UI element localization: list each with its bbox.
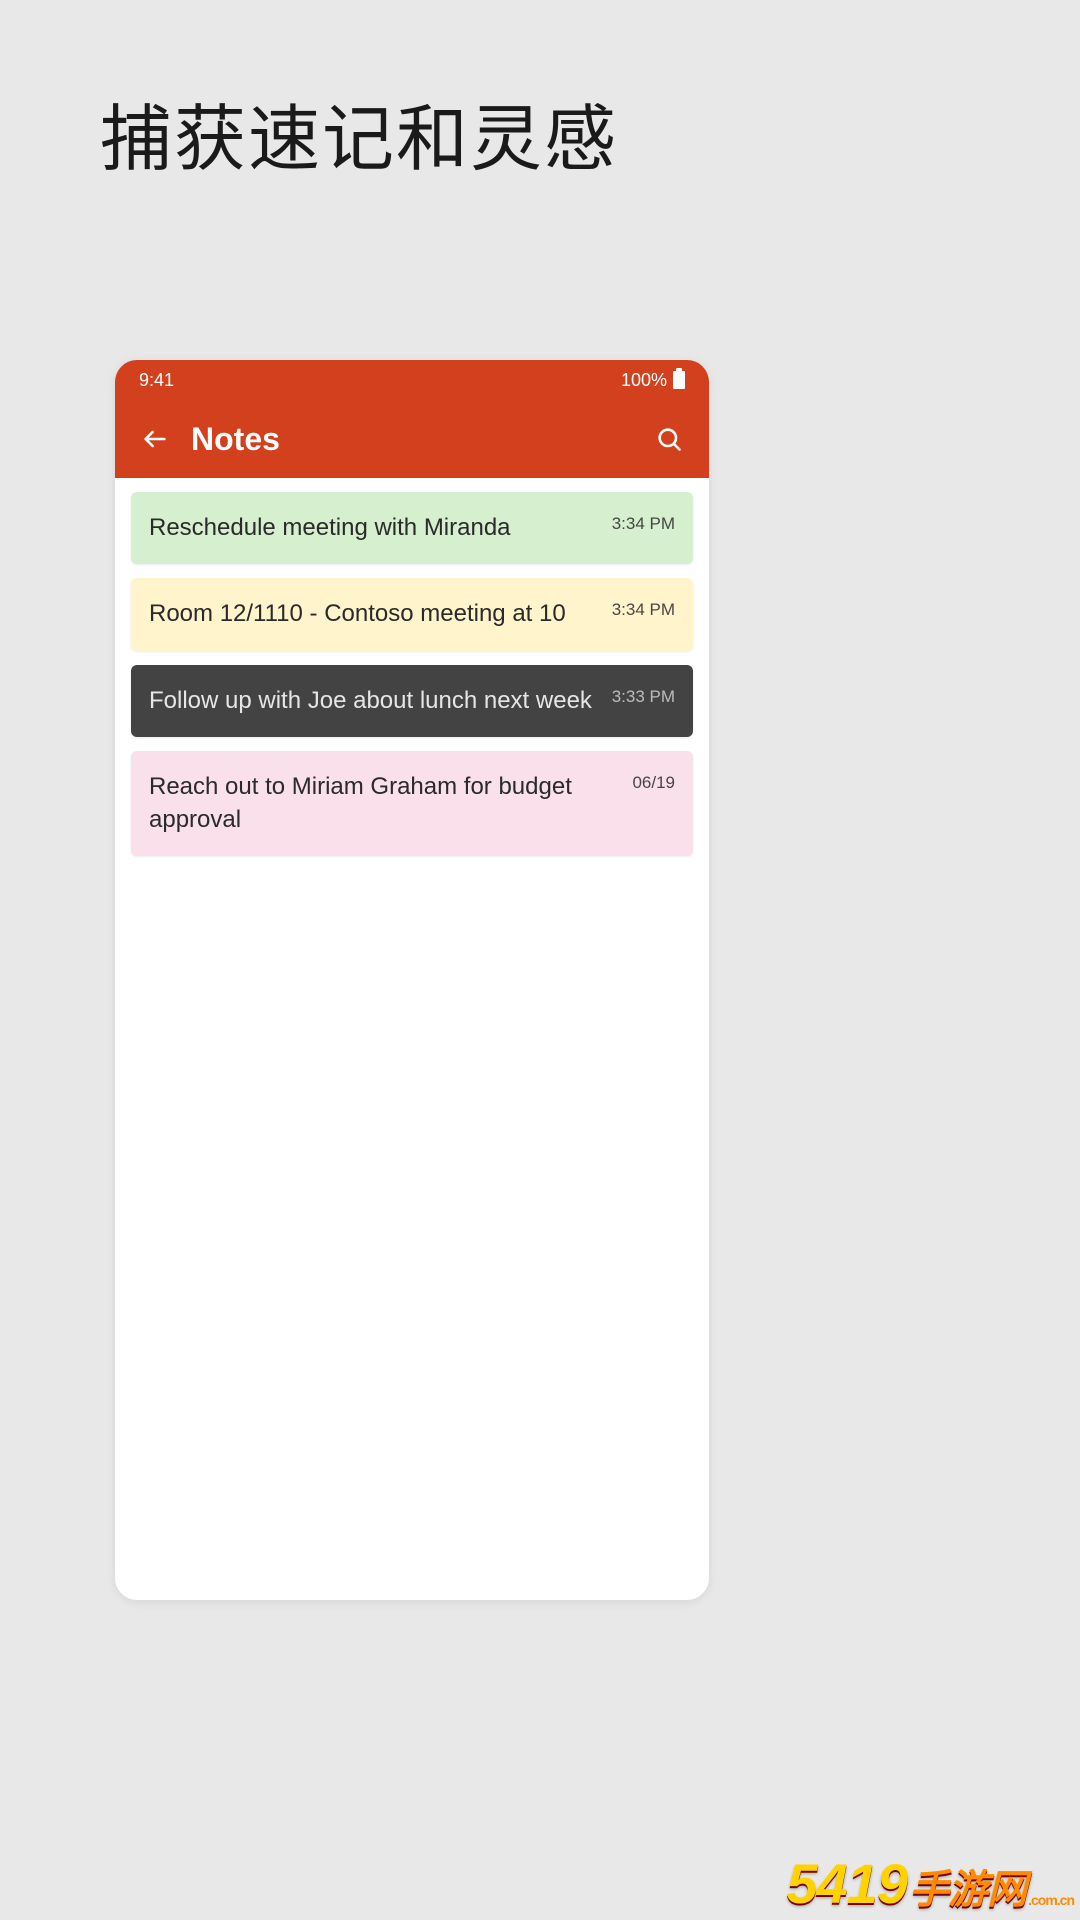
app-bar: Notes [115, 400, 709, 478]
note-time: 06/19 [632, 773, 675, 793]
watermark-mid: 手游网 [909, 1857, 1026, 1915]
status-time: 9:41 [139, 370, 174, 391]
note-item[interactable]: Room 12/1110 - Contoso meeting at 10 3:3… [131, 578, 693, 650]
battery-icon [673, 371, 685, 389]
note-item[interactable]: Follow up with Joe about lunch next week… [131, 665, 693, 737]
arrow-left-icon [141, 425, 169, 453]
note-item[interactable]: Reach out to Miriam Graham for budget ap… [131, 751, 693, 856]
promo-headline: 捕获速记和灵感 [100, 80, 618, 185]
note-text: Reschedule meeting with Miranda [149, 512, 602, 544]
search-button[interactable] [645, 415, 693, 463]
note-time: 3:33 PM [612, 687, 675, 707]
note-time: 3:34 PM [612, 514, 675, 534]
phone-frame: 9:41 100% Notes Reschedule meeting with … [115, 360, 709, 1600]
back-button[interactable] [131, 415, 179, 463]
search-icon [655, 425, 683, 453]
status-battery-text: 100% [621, 370, 667, 391]
status-bar: 9:41 100% [115, 360, 709, 400]
note-time: 3:34 PM [612, 600, 675, 620]
page-title: Notes [191, 421, 645, 458]
site-watermark: 5419 手游网 .com.cn [787, 1851, 1074, 1916]
note-text: Reach out to Miriam Graham for budget ap… [149, 771, 622, 836]
watermark-main: 5419 [787, 1851, 908, 1916]
note-text: Room 12/1110 - Contoso meeting at 10 [149, 598, 602, 630]
note-text: Follow up with Joe about lunch next week [149, 685, 602, 717]
note-item[interactable]: Reschedule meeting with Miranda 3:34 PM [131, 492, 693, 564]
notes-list: Reschedule meeting with Miranda 3:34 PM … [115, 478, 709, 870]
watermark-sub: .com.cn [1028, 1892, 1074, 1908]
